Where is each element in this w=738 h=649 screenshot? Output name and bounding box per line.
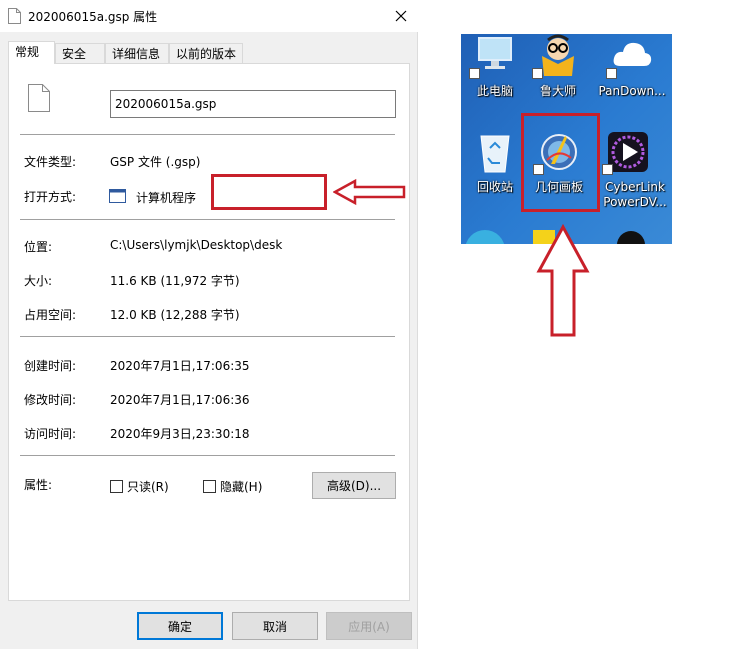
tab-previous-versions[interactable]: 以前的版本 bbox=[169, 43, 243, 63]
file-type-label: 文件类型: bbox=[24, 155, 77, 169]
separator bbox=[20, 455, 395, 456]
disk-size-value: 12.0 KB (12,288 字节) bbox=[110, 308, 240, 322]
shortcut-arrow-icon bbox=[602, 164, 613, 175]
modified-value: 2020年7月1日,17:06:36 bbox=[110, 393, 250, 407]
title-bar[interactable]: 202006015a.gsp 属性 bbox=[0, 0, 418, 32]
file-type-value: GSP 文件 (.gsp) bbox=[110, 155, 201, 169]
advanced-button[interactable]: 高级(D)... bbox=[312, 472, 396, 499]
shortcut-arrow-icon bbox=[469, 68, 480, 79]
apply-button[interactable]: 应用(A) bbox=[326, 612, 412, 640]
cancel-button[interactable]: 取消 bbox=[232, 612, 318, 640]
desktop-icon-label: PanDown... bbox=[598, 84, 666, 98]
general-panel: 文件类型: GSP 文件 (.gsp) 打开方式: 计算机程序 位置: C:\U… bbox=[8, 63, 410, 601]
window-title: 202006015a.gsp 属性 bbox=[28, 10, 158, 24]
accessed-label: 访问时间: bbox=[24, 427, 77, 441]
attributes-label: 属性: bbox=[24, 478, 53, 492]
tab-security[interactable]: 安全 bbox=[55, 43, 105, 63]
shortcut-arrow-icon bbox=[606, 68, 617, 79]
separator bbox=[20, 134, 395, 135]
accessed-value: 2020年9月3日,23:30:18 bbox=[110, 427, 250, 441]
window-app-icon bbox=[109, 189, 126, 203]
annotation-highlight-box bbox=[521, 113, 600, 212]
checkbox-box[interactable] bbox=[203, 480, 216, 493]
checkbox-box[interactable] bbox=[110, 480, 123, 493]
size-label: 大小: bbox=[24, 274, 53, 288]
recycle-bin-icon bbox=[480, 135, 510, 173]
hidden-checkbox[interactable]: 隐藏(H) bbox=[203, 478, 262, 495]
separator bbox=[20, 219, 395, 220]
up-arrow-icon bbox=[536, 224, 590, 337]
modified-label: 修改时间: bbox=[24, 393, 77, 407]
annotation-highlight-box bbox=[211, 174, 327, 210]
close-button[interactable] bbox=[384, 0, 418, 32]
location-label: 位置: bbox=[24, 240, 53, 254]
open-with-value: 计算机程序 bbox=[136, 191, 197, 205]
partial-icon bbox=[617, 231, 645, 244]
open-with-label: 打开方式: bbox=[24, 190, 77, 204]
partial-icon bbox=[465, 230, 505, 244]
file-name-input[interactable] bbox=[110, 90, 396, 118]
file-icon bbox=[8, 8, 21, 24]
location-value: C:\Users\lymjk\Desktop\desk bbox=[110, 238, 283, 252]
desktop-icon-label: 回收站 bbox=[476, 180, 513, 194]
desktop-icon-label: 此电脑 bbox=[476, 84, 513, 98]
readonly-checkbox[interactable]: 只读(R) bbox=[110, 478, 169, 495]
close-icon bbox=[395, 10, 407, 22]
tab-general[interactable]: 常规 bbox=[8, 41, 55, 64]
created-value: 2020年7月1日,17:06:35 bbox=[110, 359, 250, 373]
desktop-icon-label: CyberLink PowerDV... bbox=[603, 180, 667, 209]
desktop-icon-label: 鲁大师 bbox=[539, 84, 576, 98]
properties-dialog: 202006015a.gsp 属性 常规 安全 详细信息 以前的版本 文件类型:… bbox=[0, 0, 418, 649]
size-value: 11.6 KB (11,972 字节) bbox=[110, 274, 240, 288]
readonly-label: 只读(R) bbox=[127, 480, 169, 494]
ok-button[interactable]: 确定 bbox=[137, 612, 223, 640]
separator bbox=[20, 336, 395, 337]
tab-details[interactable]: 详细信息 bbox=[105, 43, 169, 63]
left-arrow-icon bbox=[333, 178, 406, 206]
hidden-label: 隐藏(H) bbox=[220, 480, 263, 494]
file-large-icon bbox=[28, 84, 50, 112]
shortcut-arrow-icon bbox=[532, 68, 543, 79]
disk-size-label: 占用空间: bbox=[24, 308, 77, 322]
created-label: 创建时间: bbox=[24, 359, 77, 373]
